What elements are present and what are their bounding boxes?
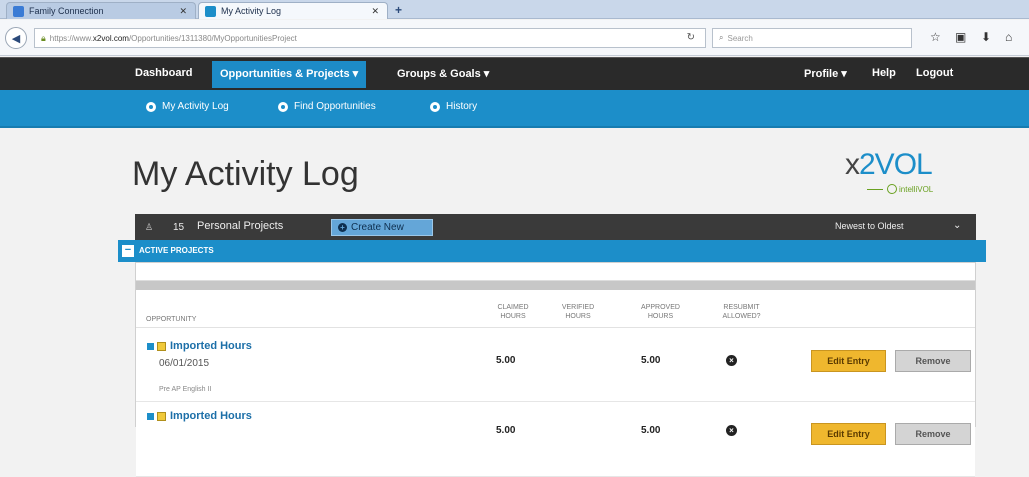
radio-dot-icon [146, 101, 156, 112]
x2vol-favicon-icon [205, 5, 216, 17]
tab-label: Family Connection [29, 6, 104, 16]
browser-tab-bar: Family Connection ✕ My Activity Log ✕ + [0, 0, 1029, 19]
create-new-label: Create New [351, 222, 404, 233]
nav-profile[interactable]: Profile ▾ [804, 67, 847, 80]
nav-opportunities-projects[interactable]: Opportunities & Projects ▾ [212, 61, 367, 88]
tab-family-connection[interactable]: Family Connection ✕ [6, 2, 196, 19]
edit-entry-button[interactable]: Edit Entry [811, 350, 886, 372]
tab-close-icon[interactable]: ✕ [371, 6, 379, 17]
projects-panel-header: ♙ 15 Personal Projects + Create New Newe… [135, 214, 976, 240]
intellivol-circle-icon [887, 184, 897, 194]
opportunity-title[interactable]: Imported Hours [170, 340, 252, 352]
create-new-button[interactable]: + Create New [331, 219, 433, 236]
logo-text: x2VOL [845, 148, 933, 181]
intellivol-badge: intelliVOL [867, 184, 933, 194]
address-bar[interactable]: 🔒︎ https://www. x2vol.com/Opportunities/1… [34, 28, 706, 48]
browser-nav-bar: ◀ 🔒︎ https://www. x2vol.com/Opportunities… [0, 20, 1029, 56]
col-claimed-hours: CLAIMED HOURS [497, 304, 529, 320]
col-opportunity: OPPORTUNITY [146, 316, 197, 323]
search-placeholder: Search [727, 33, 753, 43]
reading-list-icon[interactable]: ▣ [955, 30, 966, 44]
nav-dashboard[interactable]: Dashboard [135, 67, 192, 79]
tab-close-icon[interactable]: ✕ [179, 6, 187, 17]
home-icon[interactable]: ⌂ [1005, 30, 1012, 44]
page-title: My Activity Log [132, 155, 359, 193]
collapse-minus-icon[interactable]: − [122, 245, 134, 257]
radio-dot-icon [278, 101, 288, 112]
active-projects-label: ACTIVE PROJECTS [139, 246, 214, 255]
new-tab-icon[interactable]: + [395, 3, 402, 17]
opportunity-title[interactable]: Imported Hours [170, 410, 252, 422]
url-host: x2vol.com [92, 33, 129, 43]
not-allowed-icon: × [726, 355, 737, 366]
subnav-find-opportunities[interactable]: Find Opportunities [278, 101, 376, 112]
plus-icon: + [338, 223, 347, 232]
col-resubmit-allowed: RESUBMIT ALLOWED? [722, 304, 761, 320]
site-nav: Dashboard Opportunities & Projects ▾ Gro… [0, 57, 1029, 90]
chevron-down-icon[interactable]: ⌄ [953, 220, 961, 231]
panel-label: Personal Projects [197, 220, 284, 232]
url-prefix: https://www. [49, 33, 93, 43]
sort-select[interactable]: Newest to Oldest [835, 221, 904, 231]
tab-my-activity-log[interactable]: My Activity Log ✕ [198, 2, 388, 19]
reload-icon[interactable]: ↻ [687, 32, 695, 43]
sub-nav: My Activity Log Find Opportunities Histo… [0, 90, 1029, 128]
x2vol-logo: x2VOL intelliVOL [845, 148, 975, 206]
lock-icon: 🔒︎ [41, 32, 46, 43]
search-icon: ⌕ [719, 33, 724, 42]
expand-icon[interactable] [147, 413, 154, 420]
col-approved-hours: APPROVED HOURS [641, 304, 680, 320]
claimed-hours: 5.00 [496, 355, 516, 366]
remove-button[interactable]: Remove [895, 423, 971, 445]
active-projects-header[interactable]: − ACTIVE PROJECTS [118, 240, 986, 262]
nav-help[interactable]: Help [872, 67, 896, 79]
checkbox[interactable] [157, 342, 166, 351]
checkbox[interactable] [157, 412, 166, 421]
back-arrow-icon[interactable]: ◀ [5, 27, 27, 49]
col-verified-hours: VERIFIED HOURS [561, 304, 595, 320]
nav-logout[interactable]: Logout [916, 67, 953, 79]
bookmark-star-icon[interactable]: ☆ [930, 30, 941, 44]
subnav-history[interactable]: History [430, 101, 477, 112]
opportunity-course: Pre AP English II [159, 386, 212, 393]
approved-hours: 5.00 [641, 355, 661, 366]
opportunity-date: 06/01/2015 [159, 358, 210, 369]
nav-groups-goals[interactable]: Groups & Goals ▾ [397, 67, 489, 80]
search-input[interactable]: ⌕ Search [712, 28, 912, 48]
project-count: 15 [173, 222, 185, 233]
subnav-label: My Activity Log [162, 101, 229, 112]
table-row: Imported Hours 06/01/2015 Pre AP English… [136, 328, 975, 402]
subnav-label: Find Opportunities [294, 101, 376, 112]
projects-table: OPPORTUNITY CLAIMED HOURS VERIFIED HOURS A… [135, 262, 976, 477]
tab-label: My Activity Log [221, 6, 282, 16]
edit-entry-button[interactable]: Edit Entry [811, 423, 886, 445]
subnav-label: History [446, 101, 478, 112]
radio-dot-icon [430, 101, 440, 112]
download-icon[interactable]: ⬇ [981, 30, 991, 44]
family-connection-favicon-icon [13, 5, 24, 17]
remove-button[interactable]: Remove [895, 350, 971, 372]
user-icon: ♙ [145, 222, 154, 232]
subnav-my-activity-log[interactable]: My Activity Log [146, 101, 229, 112]
divider [136, 281, 975, 290]
url-path: /Opportunities/1311380/MyOpportunitiesPr… [128, 33, 297, 43]
table-row: Imported Hours 5.00 5.00 × Edit Entry Re… [136, 403, 975, 477]
filter-row [136, 263, 975, 281]
expand-icon[interactable] [147, 343, 154, 350]
